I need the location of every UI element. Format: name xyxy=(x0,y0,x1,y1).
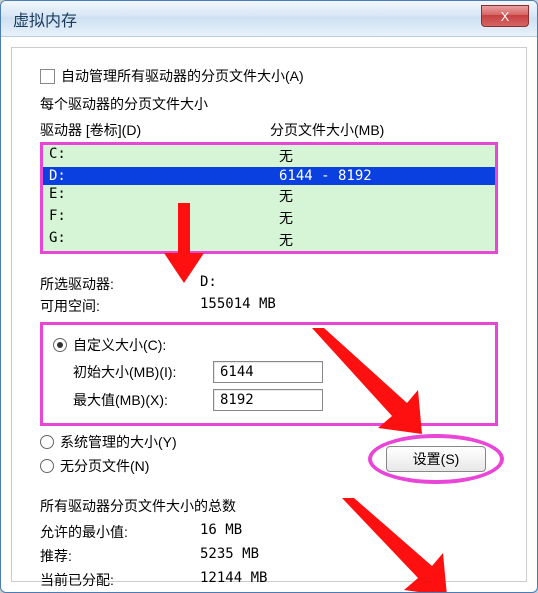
list-item[interactable]: C: 无 xyxy=(43,145,495,167)
columns-header: 驱动器 [卷标](D) 分页文件大小(MB) xyxy=(40,120,498,140)
list-item[interactable]: G: 无 xyxy=(43,229,495,251)
total-cur-row: 当前已分配: 12144 MB xyxy=(40,570,498,590)
custom-size-radio-row: 自定义大小(C): xyxy=(53,335,485,355)
total-cur-value: 12144 MB xyxy=(200,570,267,590)
free-space-label: 可用空间: xyxy=(40,296,200,316)
total-rec-value: 5235 MB xyxy=(200,546,259,566)
set-button[interactable]: 设置(S) xyxy=(386,446,486,472)
selected-drive-value: D: xyxy=(200,274,217,294)
total-min-row: 允许的最小值: 16 MB xyxy=(40,522,498,542)
total-min-label: 允许的最小值: xyxy=(40,522,200,542)
selected-drive-row: 所选驱动器: D: xyxy=(40,274,498,294)
window-title: 虚拟内存 xyxy=(13,7,77,31)
drive-list[interactable]: C: 无 D: 6144 - 8192 E: 无 F: 无 G: 无 xyxy=(40,142,498,254)
custom-size-radio[interactable] xyxy=(53,338,67,352)
column-drive-header: 驱动器 [卷标](D) xyxy=(40,120,270,140)
initial-size-input[interactable]: 6144 xyxy=(213,361,323,383)
total-cur-label: 当前已分配: xyxy=(40,570,200,590)
set-button-label: 设置(S) xyxy=(413,449,460,469)
drive-page: 无 xyxy=(279,208,489,228)
auto-manage-row: 自动管理所有驱动器的分页文件大小(A) xyxy=(40,66,498,86)
close-button[interactable]: X xyxy=(481,5,529,27)
total-rec-label: 推荐: xyxy=(40,546,200,566)
drive-letter: E: xyxy=(49,186,279,206)
selected-drive-label: 所选驱动器: xyxy=(40,274,200,294)
total-min-value: 16 MB xyxy=(200,522,242,542)
free-space-row: 可用空间: 155014 MB xyxy=(40,296,498,316)
no-paging-radio[interactable] xyxy=(40,459,54,473)
max-size-row: 最大值(MB)(X): 8192 xyxy=(73,389,485,411)
initial-size-row: 初始大小(MB)(I): 6144 xyxy=(73,361,485,383)
per-drive-label: 每个驱动器的分页文件大小 xyxy=(40,94,498,114)
content-area: 自动管理所有驱动器的分页文件大小(A) 每个驱动器的分页文件大小 驱动器 [卷标… xyxy=(11,47,527,582)
initial-size-label: 初始大小(MB)(I): xyxy=(73,362,213,382)
totals-header: 所有驱动器分页文件大小的总数 xyxy=(40,496,498,516)
drive-page: 无 xyxy=(279,230,489,250)
drive-letter: G: xyxy=(49,230,279,250)
max-size-label: 最大值(MB)(X): xyxy=(73,390,213,410)
column-page-header: 分页文件大小(MB) xyxy=(270,120,498,140)
titlebar: 虚拟内存 X xyxy=(1,1,537,37)
drive-page: 无 xyxy=(279,186,489,206)
max-size-input[interactable]: 8192 xyxy=(213,389,323,411)
free-space-value: 155014 MB xyxy=(200,296,276,316)
auto-manage-label: 自动管理所有驱动器的分页文件大小(A) xyxy=(61,66,304,86)
system-managed-label: 系统管理的大小(Y) xyxy=(60,432,177,452)
drive-page: 6144 - 8192 xyxy=(279,168,489,184)
list-item[interactable]: D: 6144 - 8192 xyxy=(43,167,495,185)
drive-letter: C: xyxy=(49,146,279,166)
system-managed-radio[interactable] xyxy=(40,435,54,449)
drive-page: 无 xyxy=(279,146,489,166)
dialog-window: 虚拟内存 X 自动管理所有驱动器的分页文件大小(A) 每个驱动器的分页文件大小 … xyxy=(0,0,538,593)
total-rec-row: 推荐: 5235 MB xyxy=(40,546,498,566)
list-item[interactable]: F: 无 xyxy=(43,207,495,229)
custom-size-box: 自定义大小(C): 初始大小(MB)(I): 6144 最大值(MB)(X): … xyxy=(40,322,498,426)
drive-letter: D: xyxy=(49,168,279,184)
totals-section: 所有驱动器分页文件大小的总数 允许的最小值: 16 MB 推荐: 5235 MB… xyxy=(40,496,498,590)
no-paging-label: 无分页文件(N) xyxy=(60,456,149,476)
drive-letter: F: xyxy=(49,208,279,228)
custom-size-label: 自定义大小(C): xyxy=(73,335,166,355)
close-icon: X xyxy=(501,9,510,24)
auto-manage-checkbox[interactable] xyxy=(40,69,55,84)
list-item[interactable]: E: 无 xyxy=(43,185,495,207)
